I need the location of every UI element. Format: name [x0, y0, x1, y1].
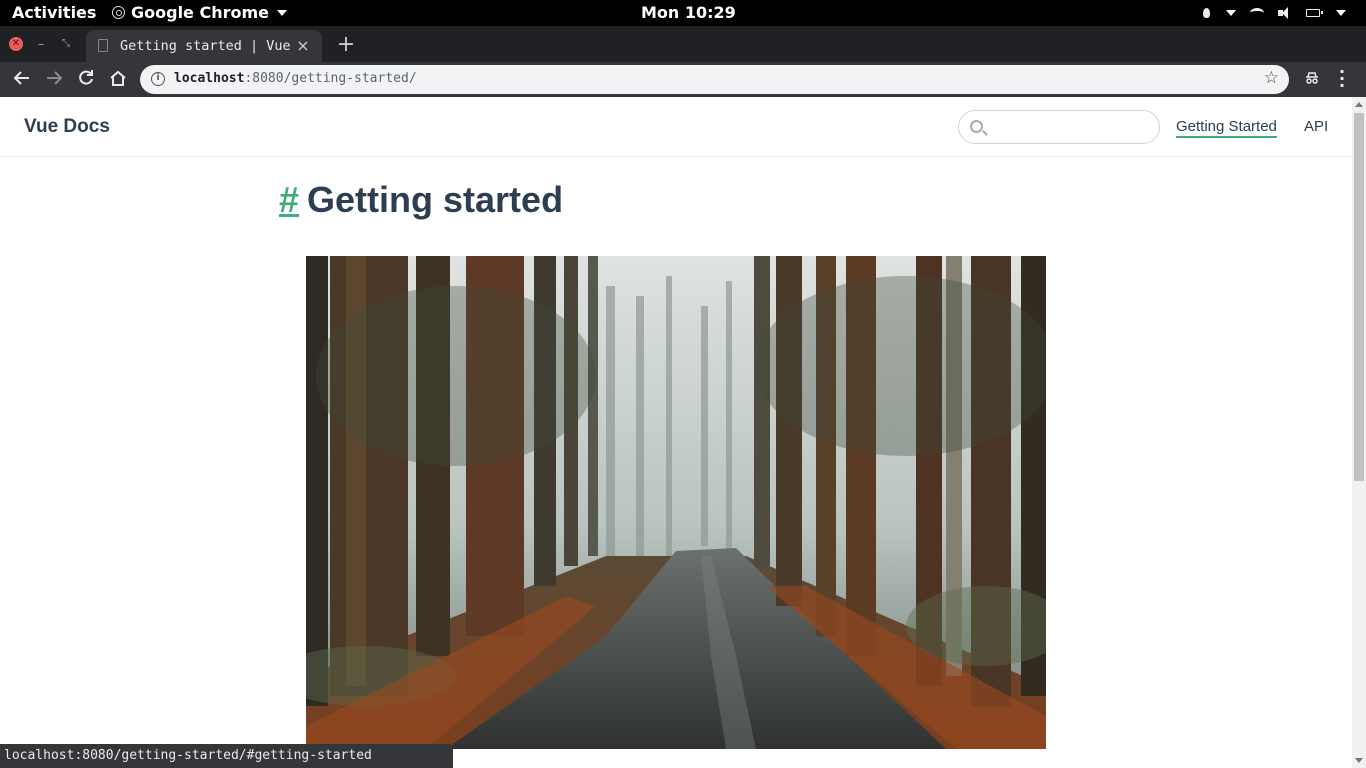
search-icon	[970, 120, 983, 133]
arrow-right-icon	[47, 71, 63, 85]
search-input[interactable]	[991, 115, 1151, 139]
url-path: :8080/getting-started/	[244, 71, 417, 86]
window-restore-button[interactable]: ⤡	[59, 37, 73, 51]
clock[interactable]: Mon 10:29	[641, 3, 736, 22]
forward-button[interactable]	[44, 69, 64, 89]
activities-button[interactable]: Activities	[12, 3, 96, 22]
tab-strip: ✕ – ⤡ Getting started | Vue × +	[0, 26, 1366, 62]
system-top-bar: Activities Google Chrome Mon 10:29	[0, 0, 1366, 26]
battery-icon	[1306, 9, 1323, 17]
chevron-down-icon	[1226, 10, 1236, 16]
home-icon	[110, 70, 126, 86]
page-scrollbar[interactable]	[1352, 97, 1366, 768]
arrow-left-icon	[13, 71, 29, 85]
new-tab-button[interactable]: +	[336, 32, 356, 57]
window-close-button[interactable]: ✕	[9, 37, 23, 51]
page-viewport: Vue Docs Getting Started API # Getting st…	[0, 97, 1352, 768]
scrollbar-thumb[interactable]	[1354, 113, 1364, 481]
info-icon[interactable]: i	[151, 72, 165, 86]
back-button[interactable]	[12, 69, 32, 89]
app-menu-label: Google Chrome	[131, 3, 270, 22]
url-host: localhost	[174, 71, 245, 86]
tab-close-icon[interactable]: ×	[294, 36, 312, 55]
chevron-down-icon	[1336, 10, 1346, 16]
bookmark-star-icon[interactable]: ☆	[1264, 68, 1279, 88]
page-favicon-icon	[98, 39, 108, 52]
search-box[interactable]	[958, 110, 1160, 144]
nav-link-api[interactable]: API	[1304, 118, 1328, 135]
browser-toolbar: i localhost:8080/getting-started/ ☆ · · ·	[0, 62, 1366, 97]
volume-icon	[1278, 7, 1292, 19]
heading-anchor-link[interactable]: #	[279, 179, 299, 220]
tab-getting-started[interactable]: Getting started | Vue ×	[86, 30, 322, 62]
notification-drop-icon	[1203, 8, 1210, 18]
wifi-icon	[1250, 8, 1264, 18]
reload-icon	[79, 70, 93, 85]
chevron-down-icon	[277, 9, 288, 16]
site-navbar: Vue Docs Getting Started API	[0, 97, 1352, 157]
scroll-down-icon[interactable]	[1355, 758, 1363, 763]
nav-link-getting-started[interactable]: Getting Started	[1176, 118, 1277, 138]
site-title[interactable]: Vue Docs	[24, 116, 110, 138]
incognito-extension-icon[interactable]	[1304, 70, 1320, 90]
scroll-up-icon[interactable]	[1355, 102, 1363, 107]
page-title-text: Getting started	[307, 179, 564, 220]
address-bar[interactable]: i localhost:8080/getting-started/ ☆	[140, 65, 1289, 94]
link-status-bubble: localhost:8080/getting-started/#getting-…	[0, 744, 453, 768]
kebab-menu-icon[interactable]: · · ·	[1336, 64, 1348, 94]
system-tray[interactable]	[1203, 0, 1346, 26]
chrome-icon	[112, 6, 125, 19]
forest-road-image	[306, 256, 1046, 749]
home-button[interactable]	[108, 69, 128, 89]
tab-title: Getting started | Vue	[120, 38, 290, 54]
page-title: # Getting started	[279, 179, 563, 221]
reload-button[interactable]	[76, 69, 96, 89]
status-url: localhost:8080/getting-started/#getting-…	[4, 748, 372, 763]
window-minimize-button[interactable]: –	[34, 37, 48, 51]
url-text[interactable]: localhost:8080/getting-started/	[174, 71, 417, 86]
forest-photo-illustration	[306, 256, 1046, 749]
app-menu[interactable]: Google Chrome	[112, 3, 288, 22]
